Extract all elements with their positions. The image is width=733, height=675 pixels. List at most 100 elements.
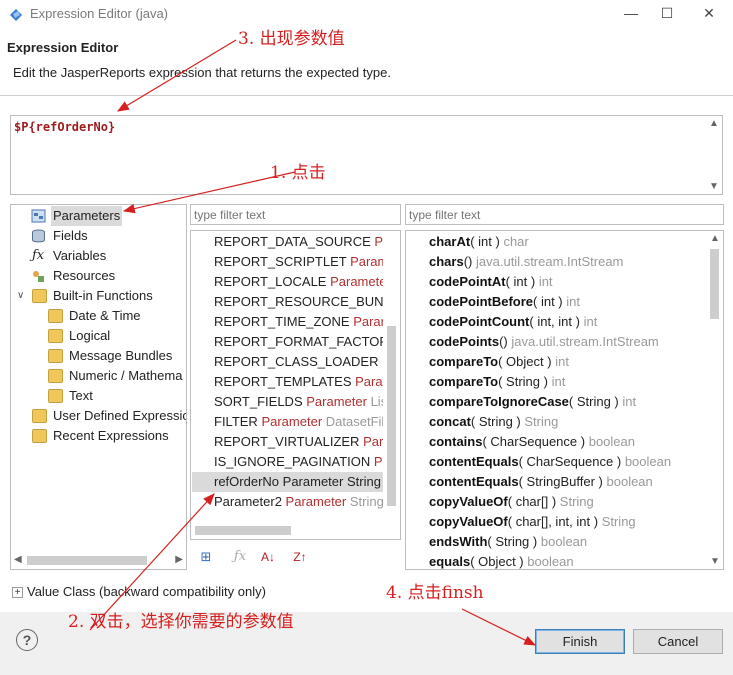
- methods-vertical-scrollbar[interactable]: ▲ ▼: [706, 231, 723, 569]
- method-item[interactable]: codePoints() java.util.stream.IntStream: [429, 332, 659, 352]
- parameters-list[interactable]: REPORT_DATA_SOURCE Para REPORT_SCRIPTLET…: [190, 230, 401, 540]
- close-icon[interactable]: ✕: [692, 2, 726, 24]
- database-icon: [32, 229, 45, 243]
- tree-item-label: Logical: [69, 328, 111, 343]
- list-item[interactable]: SORT_FIELDS Parameter List: [192, 392, 384, 412]
- list-item[interactable]: REPORT_CLASS_LOADER Para: [192, 352, 384, 372]
- method-item[interactable]: copyValueOf( char[], int, int ) String: [429, 512, 636, 532]
- eclipse-app-icon: [10, 9, 22, 21]
- chevron-down-icon[interactable]: ∨: [17, 286, 24, 306]
- tree-horizontal-scrollbar[interactable]: ◀ ▶: [11, 552, 186, 569]
- folder-icon: [48, 369, 63, 383]
- method-item[interactable]: compareTo( Object ) int: [429, 352, 569, 372]
- header-divider: [0, 95, 733, 96]
- method-item[interactable]: contentEquals( CharSequence ) boolean: [429, 452, 671, 472]
- tree-item-label: Variables: [53, 248, 107, 263]
- method-item[interactable]: compareToIgnoreCase( String ) int: [429, 392, 636, 412]
- list-item[interactable]: REPORT_SCRIPTLET Paramete: [192, 252, 384, 272]
- dialog-heading: Expression Editor: [7, 40, 119, 55]
- value-class-label: Value Class (backward compatibility only…: [27, 584, 266, 599]
- cancel-button[interactable]: Cancel: [633, 629, 723, 654]
- scroll-right-icon[interactable]: ▶: [175, 554, 183, 565]
- method-item[interactable]: equals( Object ) boolean: [429, 552, 574, 569]
- value-class-section[interactable]: + Value Class (backward compatibility on…: [10, 583, 723, 603]
- finish-button[interactable]: Finish: [535, 629, 625, 654]
- methods-list[interactable]: charAt( int ) char chars() java.util.str…: [405, 230, 724, 570]
- method-item[interactable]: copyValueOf( char[] ) String: [429, 492, 594, 512]
- method-item[interactable]: endsWith( String ) boolean: [429, 532, 587, 552]
- list-item[interactable]: REPORT_DATA_SOURCE Para: [192, 232, 384, 252]
- method-item[interactable]: compareTo( String ) int: [429, 372, 565, 392]
- list-item[interactable]: REPORT_TEMPLATES Paramet: [192, 372, 384, 392]
- insert-parameter-icon[interactable]: ⊞: [194, 546, 218, 568]
- folder-icon: [48, 329, 63, 343]
- list-item-selected[interactable]: refOrderNo Parameter String: [192, 472, 384, 492]
- resources-icon: [33, 271, 44, 282]
- folder-icon: [32, 429, 47, 443]
- method-item[interactable]: contains( CharSequence ) boolean: [429, 432, 635, 452]
- scroll-left-icon[interactable]: ◀: [14, 554, 22, 565]
- tree-item-label: Text: [69, 388, 93, 403]
- folder-icon: [48, 389, 63, 403]
- tree-item-label: Date & Time: [69, 308, 141, 323]
- method-item[interactable]: codePointBefore( int ) int: [429, 292, 580, 312]
- list-item[interactable]: FILTER Parameter DatasetFilte: [192, 412, 384, 432]
- tree-item-label: User Defined Expressic: [53, 408, 187, 423]
- fx-icon[interactable]: ƒx: [228, 546, 252, 568]
- method-item[interactable]: contentEquals( StringBuffer ) boolean: [429, 472, 653, 492]
- tree-item-label: Parameters: [51, 206, 123, 226]
- method-item[interactable]: concat( String ) String: [429, 412, 558, 432]
- maximize-icon[interactable]: ☐: [650, 2, 684, 24]
- method-item[interactable]: codePointAt( int ) int: [429, 272, 553, 292]
- annotation-step2: 2. 双击，选择你需要的参数值: [68, 612, 294, 632]
- parameters-filter-input[interactable]: [190, 204, 401, 225]
- category-tree[interactable]: Parameters Fields ƒx Variables Resources…: [10, 204, 187, 570]
- window-title: Expression Editor (java): [30, 6, 168, 21]
- sort-descending-icon[interactable]: Z↑: [288, 546, 312, 568]
- list-item[interactable]: REPORT_FORMAT_FACTORY P: [192, 332, 384, 352]
- folder-icon: [32, 409, 47, 423]
- tree-item-label: Message Bundles: [69, 348, 173, 363]
- annotation-step1: 1. 点击: [270, 163, 326, 183]
- scroll-up-icon[interactable]: ▲: [709, 118, 719, 129]
- list-item[interactable]: REPORT_VIRTUALIZER Param: [192, 432, 384, 452]
- expand-icon[interactable]: +: [12, 587, 23, 598]
- tree-item-label: Resources: [53, 268, 116, 283]
- scrollbar-thumb[interactable]: [27, 556, 147, 565]
- method-item[interactable]: codePointCount( int, int ) int: [429, 312, 597, 332]
- list-item[interactable]: Parameter2 Parameter String: [192, 492, 384, 512]
- annotation-step4: 4. 点击finsh: [386, 583, 484, 603]
- expression-scrollbar[interactable]: ▲ ▼: [705, 116, 722, 194]
- tree-item-label: Numeric / Mathema: [69, 368, 183, 383]
- parameters-horizontal-scrollbar[interactable]: [191, 522, 400, 539]
- list-item[interactable]: REPORT_TIME_ZONE Paramet: [192, 312, 384, 332]
- annotation-step3: 3. 出现参数值: [238, 29, 345, 49]
- sort-ascending-icon[interactable]: A↓: [256, 546, 280, 568]
- title-bar: Expression Editor (java) — ☐ ✕: [0, 0, 733, 28]
- expression-text[interactable]: $P{refOrderNo}: [14, 120, 115, 134]
- tree-item-label: Recent Expressions: [53, 428, 169, 443]
- scrollbar-thumb[interactable]: [387, 326, 396, 506]
- fx-icon: ƒx: [32, 248, 45, 263]
- folder-icon: [32, 289, 47, 303]
- method-item[interactable]: chars() java.util.stream.IntStream: [429, 252, 623, 272]
- list-item[interactable]: REPORT_RESOURCE_BUNDLE: [192, 292, 384, 312]
- expression-editor-area[interactable]: $P{refOrderNo} ▲ ▼: [10, 115, 723, 195]
- tree-item-label: Built-in Functions: [53, 288, 153, 303]
- scroll-down-icon[interactable]: ▼: [709, 181, 719, 192]
- scrollbar-thumb[interactable]: [710, 249, 719, 319]
- minimize-icon[interactable]: —: [614, 2, 648, 24]
- folder-icon: [48, 349, 63, 363]
- method-item[interactable]: charAt( int ) char: [429, 232, 529, 252]
- methods-filter-input[interactable]: [405, 204, 724, 225]
- list-item[interactable]: REPORT_LOCALE Parameter L: [192, 272, 384, 292]
- parameters-vertical-scrollbar[interactable]: [383, 231, 400, 522]
- scroll-up-icon[interactable]: ▲: [710, 233, 720, 244]
- list-item[interactable]: IS_IGNORE_PAGINATION Par: [192, 452, 384, 472]
- folder-icon: [48, 309, 63, 323]
- dialog-description: Edit the JasperReports expression that r…: [13, 65, 391, 80]
- scrollbar-thumb[interactable]: [195, 526, 291, 535]
- scroll-down-icon[interactable]: ▼: [710, 556, 720, 567]
- help-icon[interactable]: ?: [16, 629, 38, 651]
- tree-item-label: Fields: [53, 228, 88, 243]
